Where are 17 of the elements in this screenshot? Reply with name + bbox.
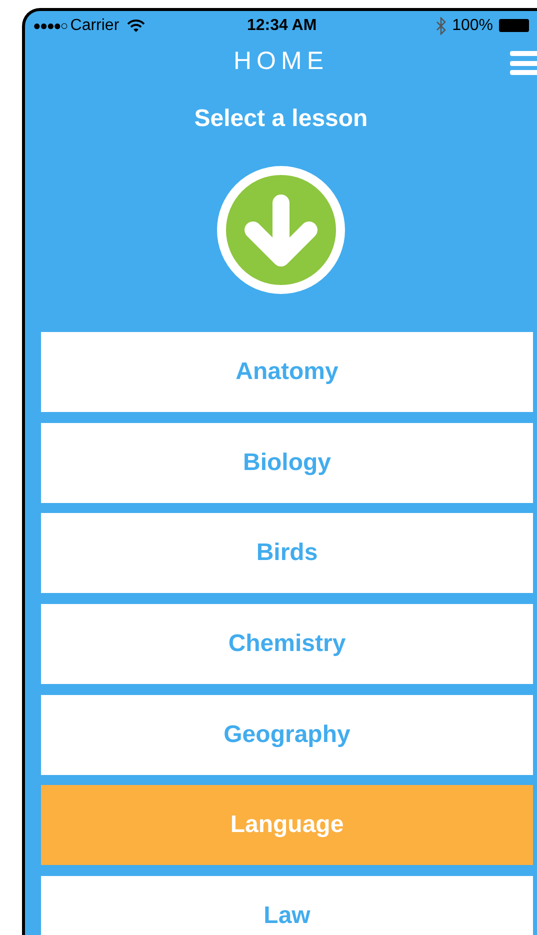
- lesson-item[interactable]: Biology: [41, 422, 533, 503]
- clock: 12:34 AM: [247, 16, 317, 36]
- signal-strength: ●●●●○: [33, 16, 68, 35]
- wifi-icon: [127, 18, 146, 32]
- prompt-text: Select a lesson: [194, 106, 368, 132]
- lesson-item[interactable]: Birds: [41, 513, 533, 594]
- menu-button[interactable]: [510, 50, 537, 76]
- bluetooth-icon: [436, 16, 446, 34]
- lesson-item[interactable]: Language: [41, 785, 533, 866]
- lesson-item[interactable]: Law: [41, 876, 533, 935]
- battery-percent: 100%: [452, 16, 493, 36]
- page-title: HOME: [234, 46, 328, 78]
- lesson-item[interactable]: Geography: [41, 694, 533, 775]
- lesson-item[interactable]: Chemistry: [41, 604, 533, 684]
- battery-icon: [499, 19, 529, 32]
- carrier-name: Carrier: [70, 16, 120, 36]
- lesson-item[interactable]: Anatomy: [41, 332, 533, 412]
